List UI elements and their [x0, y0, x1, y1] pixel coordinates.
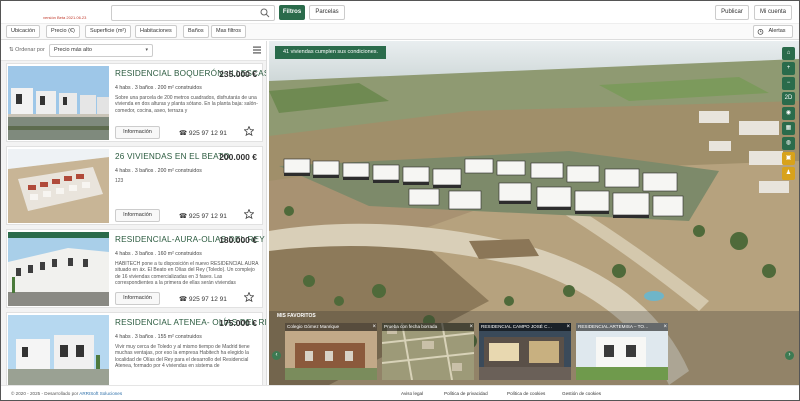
favorites-bar: MIS FAVORITOS ‹ Colegio Gómez Manrique ×…: [269, 311, 799, 385]
privacy-link[interactable]: Política de privacidad: [444, 391, 488, 396]
listing-description: HABITECH pone a tu disposición el nuevo …: [115, 261, 259, 287]
search-input[interactable]: [111, 5, 275, 21]
account-button[interactable]: Mi cuenta: [754, 5, 792, 20]
top-bar: versión Beta 2021.06.23 Filtros Parcelas…: [1, 1, 799, 23]
close-icon[interactable]: ×: [566, 323, 570, 331]
star-icon[interactable]: [244, 126, 254, 136]
close-icon[interactable]: ×: [663, 323, 667, 331]
listing-phone[interactable]: ☎ 925 97 12 91: [179, 212, 227, 220]
listing-specs: 4 habs . 3 baños . 200 m² construidos: [115, 85, 202, 91]
close-icon[interactable]: ×: [469, 323, 473, 331]
list-view-icon[interactable]: [253, 46, 261, 54]
listing-title[interactable]: 26 VIVIENDAS EN EL BEATO: [115, 152, 230, 161]
home-icon[interactable]: ⌂: [782, 47, 795, 60]
sort-select[interactable]: Precio más alto ▾: [49, 44, 153, 57]
listing-price: 200.000 €: [219, 152, 257, 162]
listing-description: Vivir muy cerca de Toledo y al mismo tie…: [115, 344, 250, 370]
layers-icon[interactable]: ▦: [782, 122, 795, 135]
chevron-down-icon: ▾: [145, 47, 148, 53]
favorite-label: RESIDENCIAL CAMPO JOSÉ C…: [479, 323, 571, 331]
navigation-icon[interactable]: ◍: [782, 137, 795, 150]
filter-bar: Ubicación Precio (€) Superficie (m²) Hab…: [1, 23, 799, 40]
cookies-management-link[interactable]: Gestión de cookies: [562, 391, 601, 396]
globe-icon[interactable]: ◉: [782, 107, 795, 120]
listing-photo[interactable]: [8, 232, 109, 306]
chevron-left-icon[interactable]: ‹: [272, 351, 281, 360]
filter-location[interactable]: Ubicación: [6, 25, 41, 38]
legal-link[interactable]: Aviso legal: [401, 391, 423, 396]
listing-photo[interactable]: [8, 315, 109, 385]
listing-card[interactable]: RESIDENCIAL ATENEA- OLÍAS DEL REY 175.00…: [6, 312, 266, 385]
favorite-card[interactable]: RESIDENCIAL ARTEMISA – TO… ×: [576, 323, 668, 380]
filter-more[interactable]: Mas filtros: [211, 25, 247, 38]
zoom-in-icon[interactable]: +: [782, 62, 795, 75]
listing-specs: 4 habs . 3 baños . 160 m² construidos: [115, 251, 202, 257]
footer: © 2020 - 2025 - Desarrollado por ARRISof…: [1, 385, 799, 400]
favorites-title: MIS FAVORITOS: [277, 313, 316, 319]
map-controls: ⌂ + − 2D ◉ ▦ ◍ ▣ ♟: [782, 47, 796, 182]
favorite-card[interactable]: Colegio Gómez Manrique ×: [285, 323, 377, 380]
listing-photo[interactable]: [8, 149, 109, 223]
zoom-out-icon[interactable]: −: [782, 77, 795, 90]
filter-rooms[interactable]: Habitaciones: [135, 25, 177, 38]
filter-baths[interactable]: Baños: [183, 25, 209, 38]
filter-price[interactable]: Precio (€): [46, 25, 80, 38]
alerts-button[interactable]: Alertas: [753, 25, 793, 38]
favorite-label: RESIDENCIAL ARTEMISA – TO…: [576, 323, 668, 331]
listing-card[interactable]: RESIDENCIAL BOQUERÓN- ILLESCAS 235.000 €…: [6, 63, 266, 142]
listing-price: 235.000 €: [219, 69, 257, 79]
listing-price: 180.000 €: [219, 235, 257, 245]
listing-specs: 4 habs . 3 baños . 155 m² construidos: [115, 334, 202, 340]
listings-panel: ⇅ Ordenar por Precio más alto ▾ RESIDENC…: [1, 41, 267, 385]
listing-card[interactable]: RESIDENCIAL-AURA-OLIAS DEL REY 180.000 €…: [6, 229, 265, 308]
results-banner: 41 viviendas cumplen sus condiciones.: [275, 46, 387, 59]
camera-icon[interactable]: ▣: [782, 152, 795, 165]
listing-specs: 4 habs . 3 baños . 200 m² construidos: [115, 168, 202, 174]
publish-button[interactable]: Publicar: [715, 5, 749, 20]
listing-price: 175.000 €: [219, 318, 257, 328]
favorite-card[interactable]: Prueba con fecha borrada ×: [382, 323, 474, 380]
map-view[interactable]: 41 viviendas cumplen sus condiciones. ⌂ …: [269, 41, 799, 385]
street-view-icon[interactable]: ♟: [782, 167, 795, 180]
sort-label: ⇅ Ordenar por: [9, 47, 45, 53]
alarm-clock-icon: [757, 29, 764, 35]
listing-description: 123: [115, 178, 124, 184]
info-button[interactable]: Información: [115, 126, 160, 139]
chevron-right-icon[interactable]: ›: [785, 351, 794, 360]
listing-phone[interactable]: ☎ 925 97 12 91: [179, 129, 227, 137]
filter-surface[interactable]: Superficie (m²): [85, 25, 132, 38]
listing-phone[interactable]: ☎ 925 97 12 91: [179, 295, 227, 303]
info-button[interactable]: Información: [115, 292, 160, 305]
sort-bar: ⇅ Ordenar por Precio más alto ▾: [1, 41, 266, 61]
sort-value: Precio más alto: [54, 47, 92, 53]
favorite-label: Colegio Gómez Manrique: [285, 323, 377, 331]
copyright: © 2020 - 2025 - Desarrollado por ARRISof…: [11, 391, 123, 396]
listing-description: Sobre una parcela de 200 metros cuadrado…: [115, 95, 258, 114]
developer-link[interactable]: ARRISoft Soluciones: [79, 391, 122, 396]
parcels-button[interactable]: Parcelas: [309, 5, 345, 20]
close-icon[interactable]: ×: [372, 323, 376, 331]
star-icon[interactable]: [244, 209, 254, 219]
search-icon[interactable]: [260, 8, 270, 18]
favorite-label: Prueba con fecha borrada: [382, 323, 474, 331]
version-label: versión Beta 2021.06.23: [43, 15, 87, 20]
listing-card[interactable]: 26 VIVIENDAS EN EL BEATO 200.000 € 4 hab…: [6, 146, 263, 225]
star-icon[interactable]: [244, 292, 254, 302]
alerts-label: Alertas: [768, 28, 786, 34]
info-button[interactable]: Información: [115, 209, 160, 222]
cookies-policy-link[interactable]: Política de cookies: [507, 391, 545, 396]
favorite-card[interactable]: RESIDENCIAL CAMPO JOSÉ C… ×: [479, 323, 571, 380]
listing-photo[interactable]: [8, 66, 109, 140]
filters-button[interactable]: Filtros: [279, 5, 305, 20]
view-2d-button[interactable]: 2D: [782, 92, 795, 105]
app-window: versión Beta 2021.06.23 Filtros Parcelas…: [0, 0, 800, 401]
